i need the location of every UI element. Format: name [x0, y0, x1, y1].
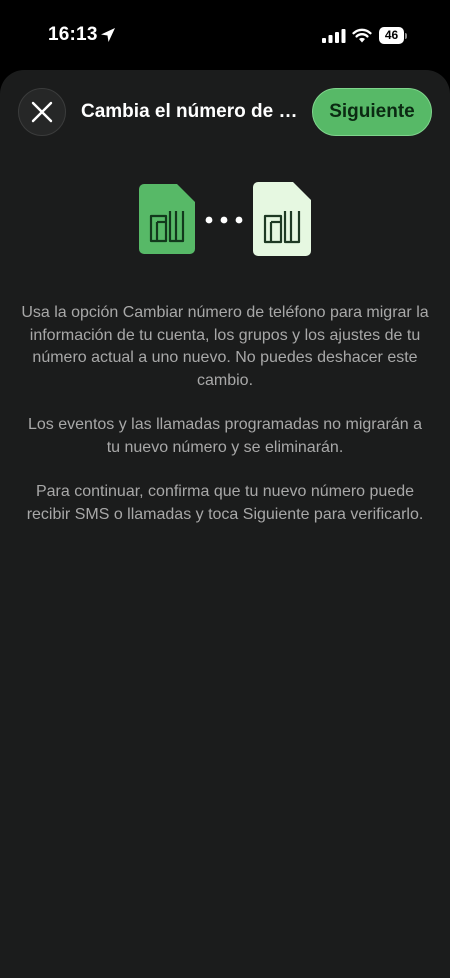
change-number-sheet: Cambia el número de teléfono Siguiente: [0, 70, 450, 978]
info-paragraph-migration: Usa la opción Cambiar número de teléfono…: [21, 304, 429, 389]
info-paragraph-events: Los eventos y las llamadas programadas n…: [28, 416, 422, 456]
location-arrow-icon: [101, 28, 115, 42]
ellipsis-dots-icon: [205, 216, 243, 224]
battery-level: 46: [379, 27, 404, 44]
battery-cap: [405, 33, 407, 39]
close-icon: [31, 101, 53, 123]
info-text: Usa la opción Cambiar número de teléfono…: [20, 302, 430, 548]
sim-illustration: [0, 182, 450, 258]
info-paragraph-verification: Para continuar, confirma que tu nuevo nú…: [26, 483, 424, 523]
page-title: Cambia el número de teléfono: [81, 101, 301, 122]
phone-screen: 16:13 46 Cambia el número de teléfono Si: [0, 0, 450, 978]
status-time: 16:13: [48, 24, 98, 45]
status-bar: 16:13 46: [0, 0, 450, 70]
sim-card-new-icon: [253, 182, 311, 256]
cellular-signal-icon: [322, 29, 346, 43]
battery-icon: 46: [379, 27, 408, 44]
close-button[interactable]: [18, 88, 66, 136]
next-button[interactable]: Siguiente: [312, 88, 432, 136]
wifi-icon: [352, 28, 372, 43]
sim-card-old-icon: [139, 184, 195, 254]
